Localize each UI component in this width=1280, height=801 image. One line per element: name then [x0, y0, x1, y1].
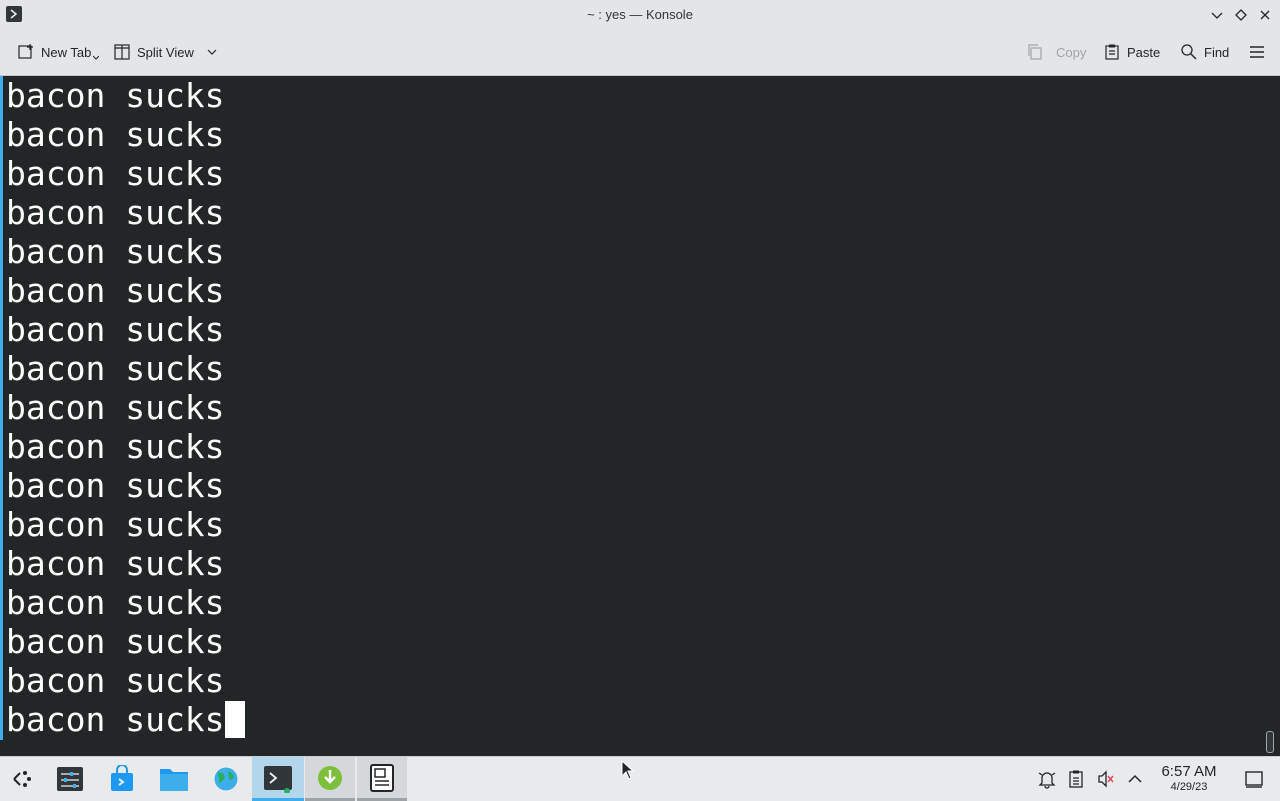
- new-tab-button[interactable]: New Tab: [17, 40, 100, 64]
- new-tab-label: New Tab: [41, 44, 92, 60]
- terminal-line: bacon sucks: [6, 349, 225, 388]
- minimize-button[interactable]: [1207, 5, 1227, 25]
- split-view-button[interactable]: Split View: [113, 40, 218, 64]
- device-icon: [370, 763, 394, 792]
- terminal-line: bacon sucks: [6, 232, 225, 271]
- application-launcher[interactable]: [0, 757, 44, 801]
- hamburger-menu-icon: [1250, 46, 1264, 58]
- task-web-browser[interactable]: [204, 757, 248, 801]
- close-icon: [1260, 10, 1270, 20]
- copy-button[interactable]: Copy: [1026, 40, 1086, 64]
- clock-time: 6:57 AM: [1161, 763, 1217, 780]
- terminal-line: bacon sucks: [6, 505, 225, 544]
- terminal-icon: [264, 765, 292, 793]
- task-downloader[interactable]: [305, 757, 355, 801]
- folder-icon: [160, 769, 188, 791]
- search-icon: [1181, 44, 1197, 60]
- title-bar[interactable]: ~ : yes — Konsole: [0, 0, 1280, 30]
- task-dolphin[interactable]: [152, 757, 196, 801]
- new-tab-icon: [18, 44, 33, 59]
- show-desktop-icon[interactable]: [1243, 768, 1265, 790]
- copy-icon: [1028, 44, 1042, 60]
- terminal-line: bacon sucks: [6, 583, 225, 622]
- terminal-view[interactable]: bacon sucks bacon sucks bacon sucks baco…: [0, 76, 1280, 756]
- mouse-cursor-icon: [621, 760, 635, 780]
- paste-label: Paste: [1127, 44, 1161, 60]
- terminal-line: bacon sucks: [6, 661, 225, 700]
- toolbar: New Tab Split View Copy Paste Find: [0, 30, 1280, 76]
- hamburger-menu-button[interactable]: [1248, 40, 1266, 64]
- task-system-settings[interactable]: [48, 757, 92, 801]
- taskbar: 6:57 AM 4/29/23: [0, 756, 1280, 801]
- task-steam-client[interactable]: [357, 757, 407, 801]
- diamond-icon: [1235, 9, 1247, 21]
- notifications-icon[interactable]: [1036, 768, 1058, 790]
- terminal-last-line: bacon sucks: [6, 700, 245, 739]
- terminal-line: bacon sucks: [6, 466, 225, 505]
- digital-clock[interactable]: 6:57 AM 4/29/23: [1150, 763, 1228, 794]
- terminal-line: bacon sucks: [6, 622, 225, 661]
- small-dropdown-icon: [93, 55, 100, 60]
- clock-date: 4/29/23: [1170, 781, 1208, 793]
- terminal-line: bacon sucks: [6, 388, 225, 427]
- paste-icon: [1105, 44, 1119, 60]
- terminal-line: bacon sucks: [6, 427, 225, 466]
- task-discover[interactable]: [100, 757, 144, 801]
- clipboard-icon[interactable]: [1065, 768, 1087, 790]
- terminal-line: bacon sucks: [6, 544, 225, 583]
- launcher-icon: [13, 771, 31, 787]
- copy-label: Copy: [1056, 44, 1087, 60]
- terminal-line: bacon sucks: [6, 271, 225, 310]
- paste-button[interactable]: Paste: [1103, 40, 1160, 64]
- chevron-down-icon[interactable]: [206, 46, 218, 58]
- split-view-label: Split View: [137, 44, 194, 60]
- terminal-line: bacon sucks: [6, 193, 225, 232]
- shopping-bag-icon: [111, 765, 133, 791]
- chevron-up-icon[interactable]: [1124, 768, 1146, 790]
- chevron-down-icon: [1211, 12, 1223, 19]
- terminal-line: bacon sucks: [6, 115, 225, 154]
- close-button[interactable]: [1255, 5, 1275, 25]
- window-title: ~ : yes — Konsole: [587, 7, 693, 22]
- volume-muted-icon[interactable]: [1095, 768, 1117, 790]
- globe-icon: [213, 766, 239, 792]
- split-view-icon: [114, 44, 130, 60]
- download-icon: [318, 765, 342, 790]
- task-konsole[interactable]: [252, 757, 304, 801]
- terminal-line-text: bacon sucks: [6, 700, 225, 739]
- terminal-line: bacon sucks: [6, 154, 225, 193]
- find-label: Find: [1204, 44, 1230, 60]
- terminal-line: bacon sucks: [6, 310, 225, 349]
- scrollbar-handle[interactable]: [1266, 731, 1274, 753]
- terminal-output[interactable]: bacon sucks bacon sucks bacon sucks baco…: [6, 76, 245, 739]
- settings-sliders-icon: [57, 767, 83, 791]
- focus-indicator: [0, 76, 3, 740]
- find-button[interactable]: Find: [1180, 40, 1229, 64]
- maximize-button[interactable]: [1231, 5, 1251, 25]
- terminal-line: bacon sucks: [6, 76, 225, 115]
- text-cursor: [224, 701, 245, 738]
